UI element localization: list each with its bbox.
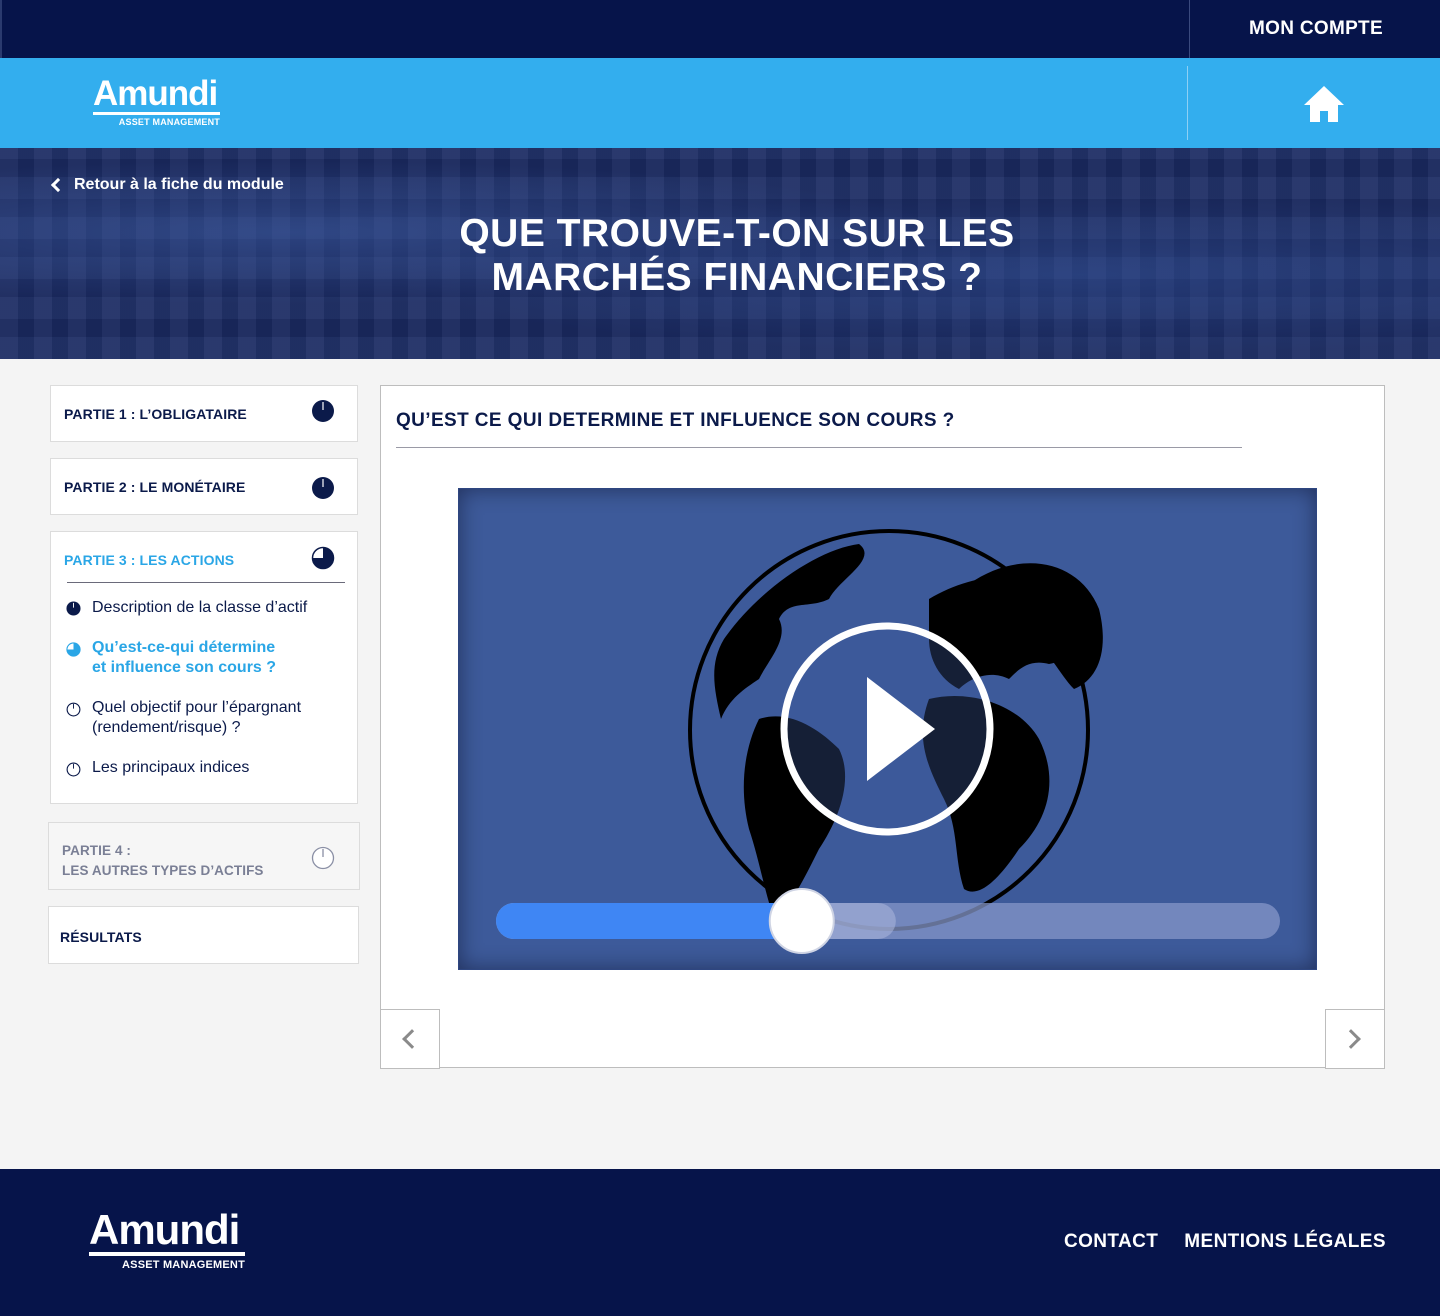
home-icon[interactable] <box>1302 84 1346 124</box>
part-3-label[interactable]: PARTIE 3 : LES ACTIONS <box>64 552 234 568</box>
footer-logo-subtitle: ASSET MANAGEMENT <box>122 1259 245 1271</box>
progress-empty-icon <box>66 702 81 717</box>
content-panel: QU’EST CE QUI DETERMINE ET INFLUENCE SON… <box>380 385 1385 1069</box>
footer-logo-word: Amundi <box>89 1206 240 1253</box>
lesson-principaux-indices[interactable]: Les principaux indices <box>92 758 249 778</box>
contact-link[interactable]: CONTACT <box>1064 1231 1158 1253</box>
legal-notice-link[interactable]: MENTIONS LÉGALES <box>1184 1231 1386 1253</box>
amundi-logo[interactable]: Amundi ASSET MANAGEMENT <box>93 74 223 127</box>
part-4-label-line2: LES AUTRES TYPES D’ACTIFS <box>62 863 264 878</box>
play-icon[interactable] <box>780 622 994 836</box>
sidebar-results[interactable]: RÉSULTATS <box>48 906 359 964</box>
site-footer: Amundi ASSET MANAGEMENT CONTACT MENTIONS… <box>0 1169 1440 1316</box>
sidebar-part-3: PARTIE 3 : LES ACTIONS Description de la… <box>50 531 358 804</box>
footer-links: CONTACT MENTIONS LÉGALES <box>1064 1231 1386 1253</box>
results-label: RÉSULTATS <box>60 929 142 945</box>
sidebar-part-4[interactable]: PARTIE 4 : LES AUTRES TYPES D’ACTIFS <box>48 822 360 890</box>
sidebar-part-1[interactable]: PARTIE 1 : L’OBLIGATAIRE <box>50 385 358 442</box>
progress-complete-icon <box>312 477 334 499</box>
section-title: QU’EST CE QUI DETERMINE ET INFLUENCE SON… <box>396 410 955 431</box>
progress-complete-icon <box>312 400 334 422</box>
logo-word: Amundi <box>93 74 218 113</box>
logo-subtitle: ASSET MANAGEMENT <box>118 117 220 127</box>
back-to-module-link[interactable]: Retour à la fiche du module <box>50 176 284 194</box>
lesson-description[interactable]: Description de la classe d’actif <box>92 598 307 618</box>
lesson-objectif-epargnant[interactable]: Quel objectif pour l’épargnant (rendemen… <box>92 698 322 738</box>
progress-empty-icon <box>66 762 81 777</box>
progress-partial-icon <box>66 642 81 657</box>
chevron-left-icon <box>50 177 66 193</box>
slider-thumb[interactable] <box>768 888 835 954</box>
back-label: Retour à la fiche du module <box>74 176 284 193</box>
footer-amundi-logo[interactable]: Amundi ASSET MANAGEMENT <box>89 1206 249 1271</box>
part-4-label-line1: PARTIE 4 : <box>62 843 132 858</box>
progress-empty-icon <box>311 846 335 870</box>
sidebar-part-2[interactable]: PARTIE 2 : LE MONÉTAIRE <box>50 458 358 515</box>
next-button[interactable] <box>1325 1009 1385 1069</box>
hero-banner: Retour à la fiche du module QUE TROUVE-T… <box>0 148 1440 359</box>
my-account-link[interactable]: MON COMPTE <box>1190 0 1440 58</box>
lesson-determine-cours[interactable]: Qu’est-ce-qui détermine et influence son… <box>92 638 292 678</box>
previous-button[interactable] <box>380 1009 440 1069</box>
chevron-left-icon <box>402 1029 422 1049</box>
site-header: Amundi ASSET MANAGEMENT <box>0 58 1440 148</box>
top-bar: MON COMPTE <box>0 0 1440 58</box>
progress-partial-icon <box>311 546 335 570</box>
section-title-underline <box>396 447 1242 448</box>
part-3-divider <box>67 582 345 583</box>
header-divider <box>1187 66 1188 140</box>
video-frame <box>496 529 1280 954</box>
video-player[interactable] <box>458 488 1317 970</box>
chevron-right-icon <box>1341 1029 1361 1049</box>
part-2-label: PARTIE 2 : LE MONÉTAIRE <box>64 479 246 495</box>
page-title: QUE TROUVE-T-ON SUR LES MARCHÉS FINANCIE… <box>459 212 1015 299</box>
progress-complete-icon <box>66 601 81 616</box>
part-1-label: PARTIE 1 : L’OBLIGATAIRE <box>64 406 247 422</box>
